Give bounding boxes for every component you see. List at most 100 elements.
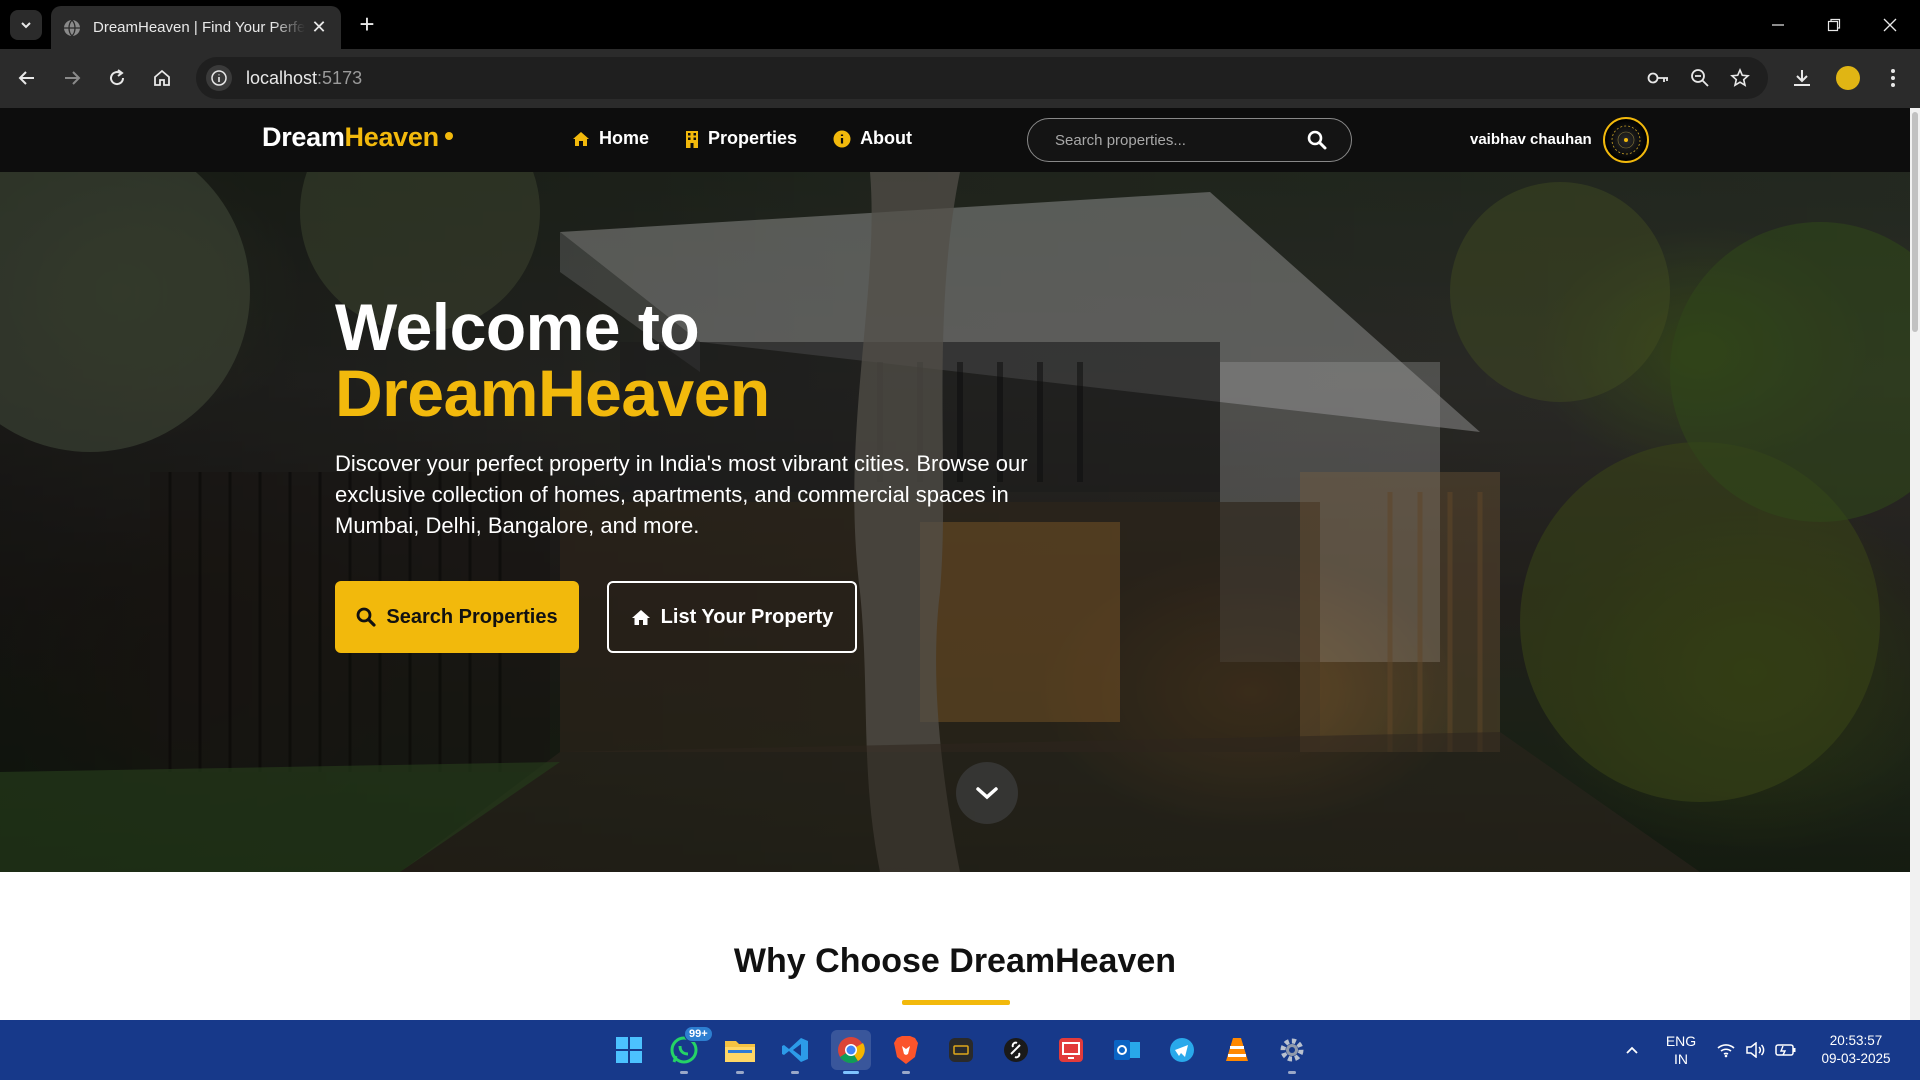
search-icon (1307, 130, 1327, 150)
clock[interactable]: 20:53:57 09-03-2025 (1808, 1032, 1904, 1068)
region-code: IN (1674, 1051, 1688, 1067)
globe-icon (64, 19, 80, 36)
nav-about-label: About (860, 128, 913, 148)
taskbar-file-explorer[interactable] (720, 1030, 760, 1074)
chrome-icon (838, 1037, 865, 1064)
download-icon (1794, 70, 1810, 86)
scroll-down-button[interactable] (956, 762, 1018, 824)
restore-button[interactable] (1806, 0, 1862, 49)
logo-dot-icon (444, 132, 453, 140)
chevron-down-icon (21, 22, 31, 29)
taskbar-app-keyboard[interactable] (941, 1030, 981, 1070)
vlc-icon (1226, 1038, 1248, 1061)
page-scrollbar[interactable] (1910, 108, 1920, 1020)
profile-button[interactable] (1835, 65, 1861, 91)
user-avatar[interactable] (1603, 117, 1649, 163)
taskbar-settings[interactable] (1272, 1030, 1312, 1074)
site-info-icon[interactable] (206, 65, 232, 91)
taskbar-whatsapp[interactable]: 99+ (664, 1026, 713, 1074)
taskbar-brave[interactable] (886, 1030, 926, 1074)
scrollbar-thumb[interactable] (1912, 112, 1918, 332)
search-properties-button[interactable]: Search Properties (335, 581, 579, 653)
language-indicator[interactable]: ENG IN (1665, 1032, 1697, 1068)
building-icon (686, 130, 699, 148)
show-hidden-icons-button[interactable] (1621, 1040, 1643, 1060)
home-outline-icon (154, 69, 170, 86)
gear-icon (1280, 1038, 1304, 1062)
start-button[interactable] (609, 1030, 649, 1070)
close-window-button[interactable] (1862, 0, 1918, 49)
user-name[interactable]: vaibhav chauhan (1470, 131, 1592, 148)
volume-icon[interactable] (1745, 1040, 1767, 1060)
nav-home[interactable]: Home (572, 128, 649, 149)
taskbar-vscode[interactable] (775, 1030, 815, 1074)
list-property-label: List Your Property (660, 605, 834, 628)
arrow-right-icon (65, 71, 81, 85)
taskbar-vlc[interactable] (1217, 1030, 1257, 1070)
back-button[interactable] (14, 65, 40, 91)
hero-description: Discover your perfect property in India'… (335, 451, 1028, 538)
minimize-button[interactable] (1750, 0, 1806, 49)
brave-icon (894, 1036, 918, 1064)
site-search-button[interactable] (1307, 130, 1327, 150)
home-button[interactable] (149, 65, 175, 91)
wifi-icon[interactable] (1715, 1040, 1737, 1060)
bookmark-star-icon[interactable] (1727, 65, 1753, 91)
running-indicator (680, 1071, 688, 1074)
kebab-menu-icon (1891, 69, 1895, 87)
hero-title-line2: DreamHeaven (335, 356, 770, 430)
browser-tab[interactable]: DreamHeaven | Find Your Perfect Property… (51, 6, 341, 49)
minimize-icon (1772, 23, 1784, 26)
new-tab-button[interactable]: + (352, 10, 382, 40)
folder-icon (725, 1041, 755, 1062)
telegram-icon (1170, 1038, 1194, 1062)
browser-menu-button[interactable] (1880, 65, 1906, 91)
search-properties-label: Search Properties (386, 605, 558, 628)
site-logo[interactable]: DreamHeaven (262, 122, 453, 153)
taskbar-app-anydesk[interactable] (1051, 1030, 1091, 1070)
reload-button[interactable] (104, 65, 130, 91)
battery-icon[interactable] (1775, 1040, 1797, 1060)
why-choose-heading: Why Choose DreamHeaven (733, 942, 1177, 980)
home-icon (573, 131, 589, 146)
clock-date: 09-03-2025 (1821, 1051, 1891, 1066)
site-search-input[interactable] (1055, 131, 1295, 149)
logo-text-main: Dream (262, 122, 345, 152)
chevron-up-icon (1626, 1046, 1638, 1054)
vscode-icon (782, 1038, 808, 1062)
taskbar-app-link[interactable] (996, 1030, 1036, 1070)
downloads-button[interactable] (1789, 65, 1815, 91)
site-search-box (1027, 118, 1352, 162)
remote-desktop-icon (1059, 1038, 1083, 1062)
zoom-icon[interactable] (1687, 65, 1713, 91)
address-bar[interactable]: localhost:5173 (196, 57, 1768, 99)
browser-tab-bar: DreamHeaven | Find Your Perfect Property… (0, 0, 1920, 49)
nav-home-label: Home (599, 128, 650, 148)
reload-icon (110, 69, 125, 86)
windows-logo-icon (616, 1037, 642, 1063)
list-property-button[interactable]: List Your Property (607, 581, 857, 653)
password-key-icon[interactable] (1646, 65, 1672, 91)
link-app-icon (1004, 1038, 1028, 1062)
taskbar-telegram[interactable] (1162, 1030, 1202, 1070)
site-navbar: DreamHeaven Home Properties About vaibha… (0, 108, 1910, 172)
nav-about[interactable]: About (833, 128, 912, 149)
hero-title-line1: Welcome to (335, 290, 700, 364)
outlook-icon (1114, 1040, 1140, 1060)
close-tab-icon[interactable]: ✕ (309, 17, 329, 38)
hero-buttons: Search Properties List Your Property (335, 581, 1075, 653)
windows-taskbar: 99+ ENG IN 20:53:57 09-03-2025 (0, 1020, 1920, 1080)
hero-section: Welcome to DreamHeaven Discover your per… (0, 172, 1910, 872)
nav-properties[interactable]: Properties (685, 128, 797, 149)
restore-icon (1827, 18, 1841, 31)
url-host: localhost (246, 67, 318, 88)
heading-underline (902, 1000, 1010, 1005)
taskbar-chrome[interactable] (831, 1030, 871, 1074)
active-indicator (843, 1071, 859, 1074)
tab-search-button[interactable] (10, 10, 42, 40)
url-port: :5173 (317, 67, 363, 88)
forward-button[interactable] (59, 65, 85, 91)
nav-links: Home Properties About (572, 128, 948, 149)
taskbar-outlook[interactable] (1107, 1030, 1147, 1070)
browser-toolbar: localhost:5173 (0, 49, 1920, 108)
